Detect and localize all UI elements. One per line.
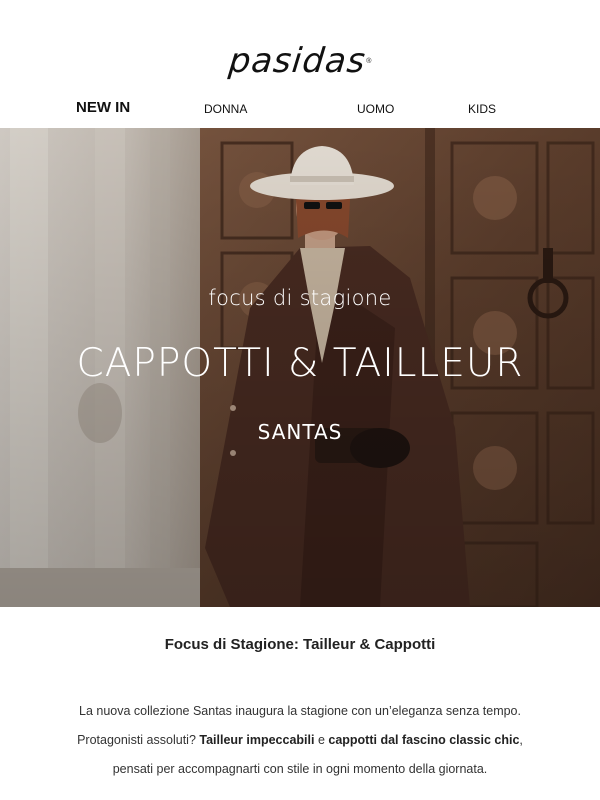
nav-item-donna[interactable]: DONNA xyxy=(204,102,247,116)
body-line-2: Protagonisti assoluti? Tailleur impeccab… xyxy=(0,726,600,755)
brand-logo[interactable]: pasidas xyxy=(226,41,367,81)
email-page: pasidas ® NEW IN DONNA UOMO KIDS focus d… xyxy=(0,0,600,800)
main-nav: NEW IN DONNA UOMO KIDS xyxy=(0,96,600,122)
section-title: Focus di Stagione: Tailleur & Cappotti xyxy=(164,636,436,653)
body-highlight-tailleur: Tailleur impeccabili xyxy=(199,733,315,747)
body-line-2-suffix: , xyxy=(519,733,523,747)
hero-banner[interactable]: focus di stagione CAPPOTTI & TAILLEUR SA… xyxy=(0,128,600,607)
registered-mark: ® xyxy=(366,57,372,65)
nav-item-kids[interactable]: KIDS xyxy=(468,102,496,116)
body-line-2-mid: e xyxy=(314,733,329,747)
body-line-1: La nuova collezione Santas inaugura la s… xyxy=(79,704,521,718)
nav-item-uomo[interactable]: UOMO xyxy=(357,102,394,116)
logo-container[interactable]: pasidas ® xyxy=(0,36,600,86)
body-line-3: pensati per accompagnarti con stile in o… xyxy=(112,762,488,776)
hero-image xyxy=(0,128,600,607)
body-highlight-cappotti: cappotti dal fascino classic chic xyxy=(328,733,520,747)
body-copy: La nuova collezione Santas inaugura la s… xyxy=(0,697,600,784)
body-line-2-prefix: Protagonisti assoluti? xyxy=(77,733,200,747)
nav-item-new-in[interactable]: NEW IN xyxy=(76,99,130,116)
